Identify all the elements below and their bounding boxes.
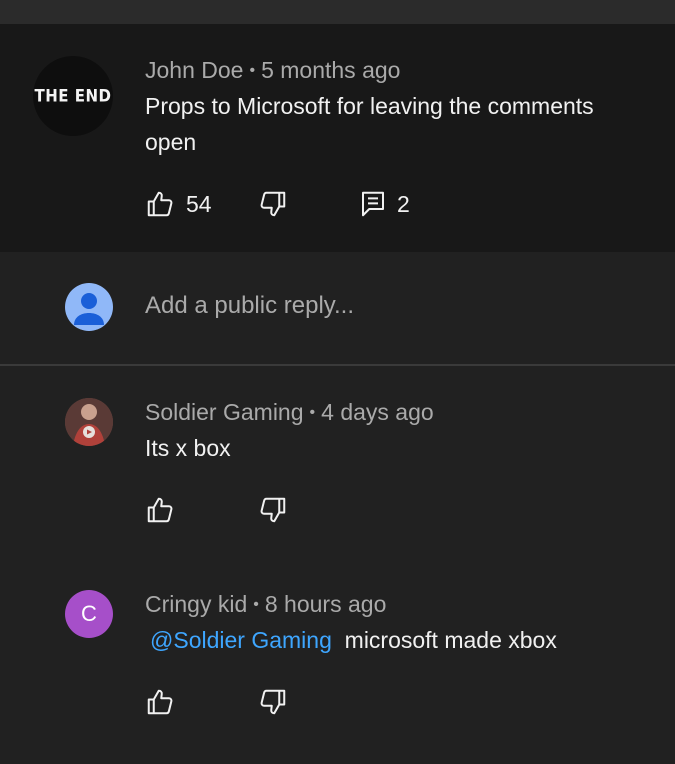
dislike-icon[interactable] xyxy=(258,495,288,525)
separator-dot: • xyxy=(249,62,256,79)
avatar[interactable]: C xyxy=(65,590,113,638)
avatar-text: THE END xyxy=(34,86,112,106)
comment-text: Props to Microsoft for leaving the comme… xyxy=(145,88,594,160)
comment-text-line: open xyxy=(145,129,197,155)
avatar[interactable] xyxy=(65,398,113,446)
user-avatar xyxy=(65,283,113,331)
comment-header: Soldier Gaming • 4 days ago xyxy=(145,399,434,426)
comment-author[interactable]: Soldier Gaming xyxy=(145,399,304,425)
comment-author[interactable]: Cringy kid xyxy=(145,591,247,617)
comment-header: John Doe • 5 months ago xyxy=(145,57,400,84)
avatar-image xyxy=(65,398,113,446)
default-user-icon xyxy=(74,293,104,325)
avatar-letter: C xyxy=(81,601,97,626)
comment-time[interactable]: 8 hours ago xyxy=(265,591,386,617)
comment-header: Cringy kid • 8 hours ago xyxy=(145,591,386,618)
like-icon[interactable] xyxy=(145,189,175,219)
dislike-icon[interactable] xyxy=(258,687,288,717)
mention-link[interactable]: @Soldier Gaming xyxy=(150,627,332,653)
separator-dot: • xyxy=(309,404,316,421)
like-count: 54 xyxy=(186,191,212,217)
comment-text: Its x box xyxy=(145,435,231,461)
comment-time[interactable]: 4 days ago xyxy=(321,399,434,425)
reply-input[interactable]: Add a public reply... xyxy=(145,292,354,320)
reply-count[interactable]: 2 xyxy=(397,191,410,218)
avatar[interactable]: THE END xyxy=(33,56,113,136)
comment-author[interactable]: John Doe xyxy=(145,57,243,83)
dislike-icon[interactable] xyxy=(258,189,288,219)
comment-text: @Soldier Gaming microsoft made xbox xyxy=(150,622,557,658)
comment-text-content: microsoft made xbox xyxy=(344,627,557,653)
comment-time[interactable]: 5 months ago xyxy=(261,57,400,83)
reply-comment-icon[interactable] xyxy=(358,189,388,219)
comment-text-line: Props to Microsoft for leaving the comme… xyxy=(145,93,594,119)
top-bar xyxy=(0,0,675,24)
separator-dot: • xyxy=(253,596,259,613)
like-icon[interactable] xyxy=(145,495,175,525)
like-icon[interactable] xyxy=(145,687,175,717)
divider xyxy=(0,364,675,366)
